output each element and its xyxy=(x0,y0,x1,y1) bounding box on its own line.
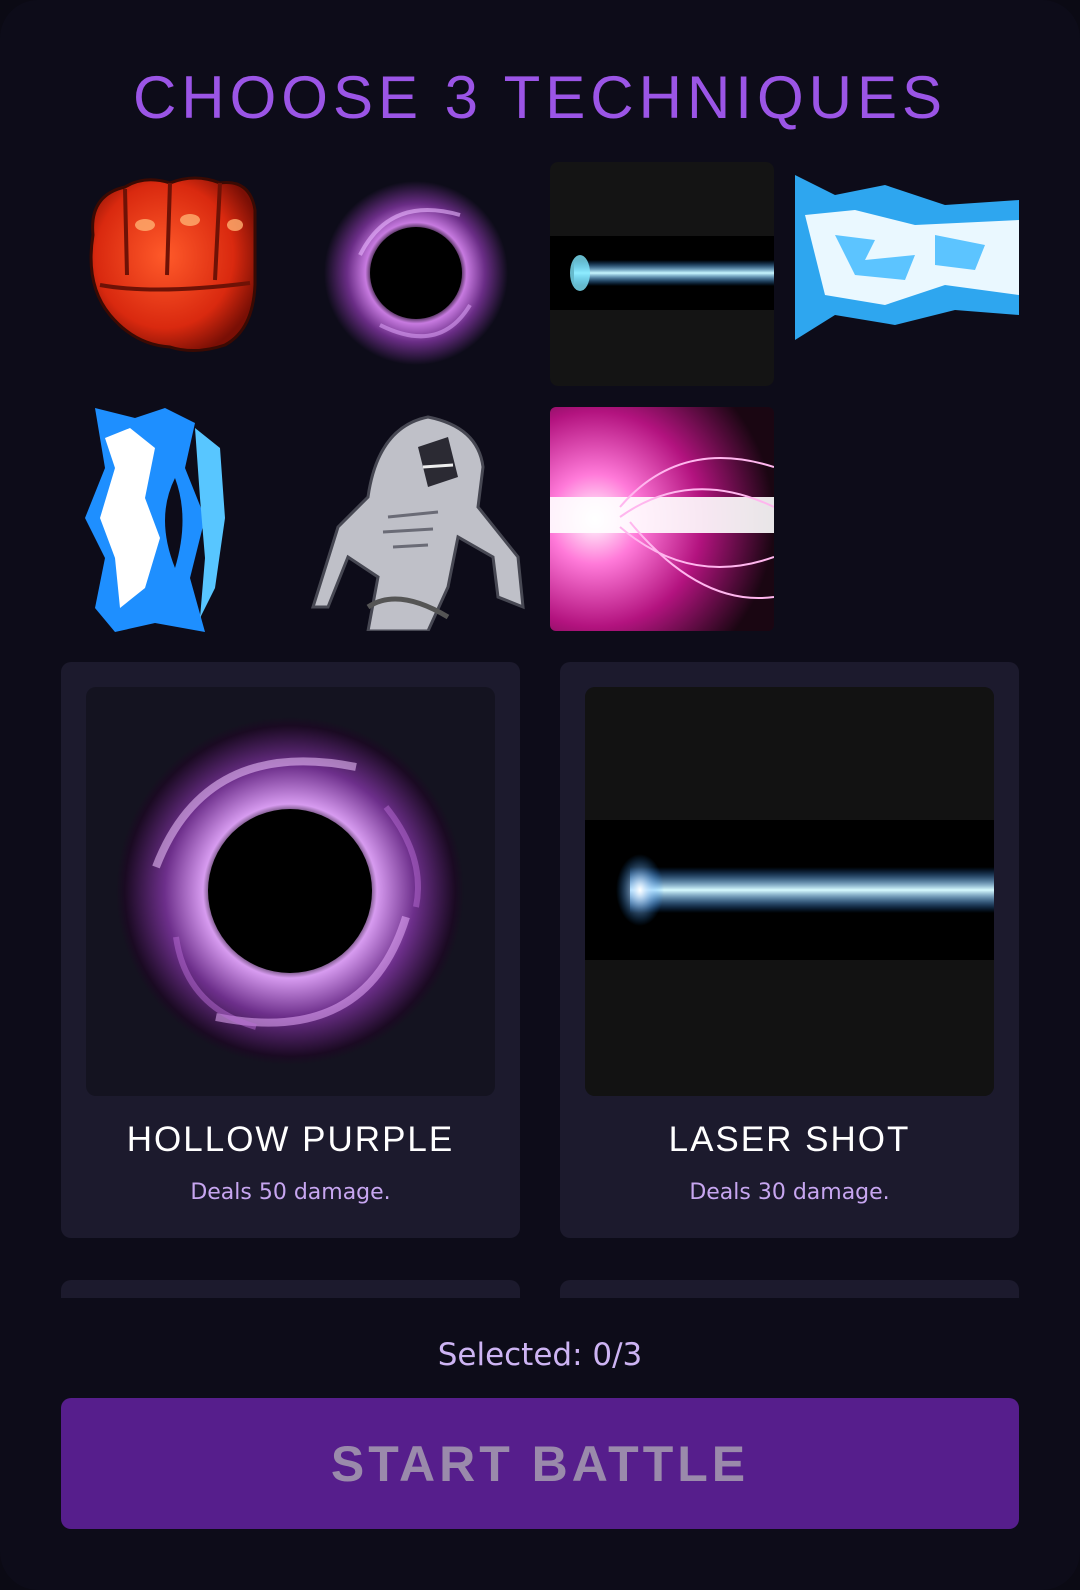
blue-energy-blast-icon xyxy=(795,175,1019,340)
card-title: HOLLOW PURPLE xyxy=(126,1120,455,1159)
technique-card-partial[interactable] xyxy=(560,1280,1019,1298)
technique-thumb-fist[interactable] xyxy=(75,165,299,389)
card-image xyxy=(585,687,994,1096)
start-battle-button[interactable]: START BATTLE xyxy=(61,1398,1019,1529)
technique-thumb-energy-shield[interactable] xyxy=(75,408,299,632)
card-title: LASER SHOT xyxy=(668,1120,911,1159)
purple-vortex-icon xyxy=(116,717,464,1065)
technique-thumb-demon[interactable] xyxy=(308,407,532,631)
cyan-laser-beam-icon xyxy=(550,162,774,386)
technique-card-hollow-purple[interactable]: HOLLOW PURPLE Deals 50 damage. xyxy=(61,662,520,1238)
technique-thumb-hollow-purple[interactable] xyxy=(320,165,544,389)
technique-select-panel: CHOOSE 3 TECHNIQUES HOLLOW PURPLE Deals … xyxy=(0,0,1080,1590)
page-title: CHOOSE 3 TECHNIQUES xyxy=(132,64,948,131)
card-image xyxy=(86,687,495,1096)
technique-thumb-laser[interactable] xyxy=(550,162,774,386)
white-demon-creature-icon xyxy=(308,407,532,631)
technique-thumb-pink-blast[interactable] xyxy=(550,407,774,631)
red-fist-icon xyxy=(89,176,257,352)
blue-energy-shield-icon xyxy=(85,408,225,632)
technique-thumb-energy-blast[interactable] xyxy=(795,165,1019,389)
card-description: Deals 30 damage. xyxy=(689,1180,890,1205)
purple-vortex-icon xyxy=(324,181,508,365)
technique-card-laser-shot[interactable]: LASER SHOT Deals 30 damage. xyxy=(560,662,1019,1238)
technique-card-partial[interactable] xyxy=(61,1280,520,1298)
card-description: Deals 50 damage. xyxy=(190,1180,391,1205)
pink-lightning-blast-icon xyxy=(550,407,774,631)
cyan-laser-beam-icon xyxy=(585,687,994,1096)
selection-counter: Selected: 0/3 xyxy=(437,1337,643,1373)
